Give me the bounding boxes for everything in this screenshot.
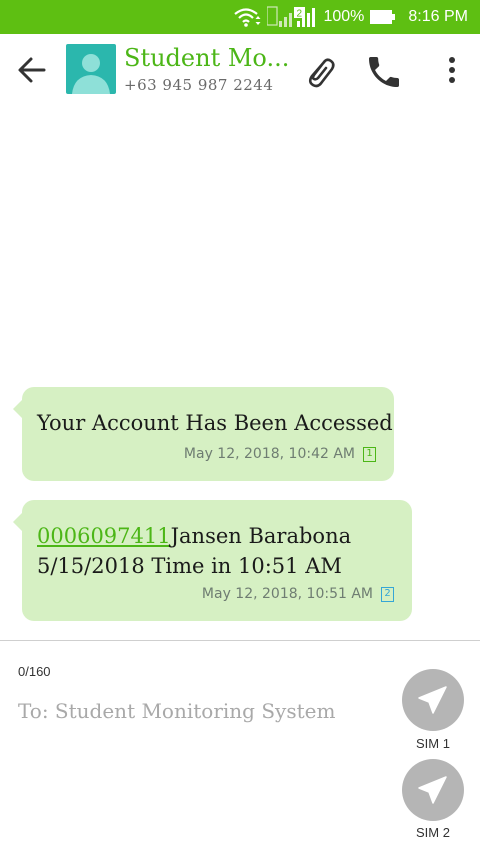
- contact-name[interactable]: Student Mo...: [124, 44, 288, 72]
- battery-icon: [370, 9, 396, 25]
- more-options-button[interactable]: [436, 50, 468, 90]
- message-input[interactable]: [18, 696, 388, 726]
- send-sim2-button[interactable]: [402, 759, 464, 821]
- message-link[interactable]: 0006097411: [37, 524, 171, 548]
- compose-divider: [0, 640, 480, 641]
- sim-indicator: 2: [297, 9, 303, 20]
- status-bar: 2 100% 8:16 PM: [0, 0, 480, 34]
- message-text: 0006097411Jansen Barabona 5/15/2018 Time…: [37, 521, 351, 581]
- back-button[interactable]: [14, 52, 50, 88]
- paperclip-icon: [308, 58, 335, 88]
- signal-icon: 2: [267, 5, 317, 29]
- contact-number: +63 945 987 2244: [124, 76, 274, 94]
- clock: 8:16 PM: [408, 8, 468, 25]
- send-sim2-label: SIM 2: [416, 825, 450, 840]
- message-meta: May 12, 2018, 10:51 AM 2: [202, 586, 394, 602]
- avatar-icon: [72, 54, 110, 94]
- message-timestamp: May 12, 2018, 10:51 AM: [201, 586, 373, 602]
- send-sim1-label: SIM 1: [416, 736, 450, 751]
- send-icon: [418, 776, 447, 804]
- wifi-icon: [233, 6, 263, 28]
- conversation-header: Student Mo... +63 945 987 2244: [0, 34, 480, 106]
- message-text: Your Account Has Been Accessed: [37, 411, 393, 435]
- message-bubble[interactable]: Your Account Has Been Accessed May 12, 2…: [13, 387, 394, 481]
- battery-percent: 100%: [323, 8, 365, 25]
- message-timestamp: May 12, 2018, 10:42 AM: [183, 446, 355, 462]
- character-counter: 0/160: [18, 664, 51, 679]
- back-arrow-icon: [18, 57, 46, 83]
- send-sim1-button[interactable]: [402, 669, 464, 731]
- more-vert-icon: [449, 57, 455, 83]
- contact-avatar[interactable]: [66, 44, 116, 94]
- sim-badge: 2: [381, 586, 394, 602]
- phone-icon: [369, 57, 399, 87]
- message-meta: May 12, 2018, 10:42 AM 1: [184, 446, 376, 462]
- send-icon: [418, 686, 447, 714]
- message-bubble[interactable]: 0006097411Jansen Barabona 5/15/2018 Time…: [13, 500, 412, 621]
- message-text-line1: Jansen Barabona: [170, 524, 352, 548]
- attach-button[interactable]: [300, 52, 340, 92]
- call-button[interactable]: [364, 52, 404, 92]
- sim-badge: 1: [363, 446, 376, 462]
- message-text-line2: 5/15/2018 Time in 10:51 AM: [37, 554, 342, 578]
